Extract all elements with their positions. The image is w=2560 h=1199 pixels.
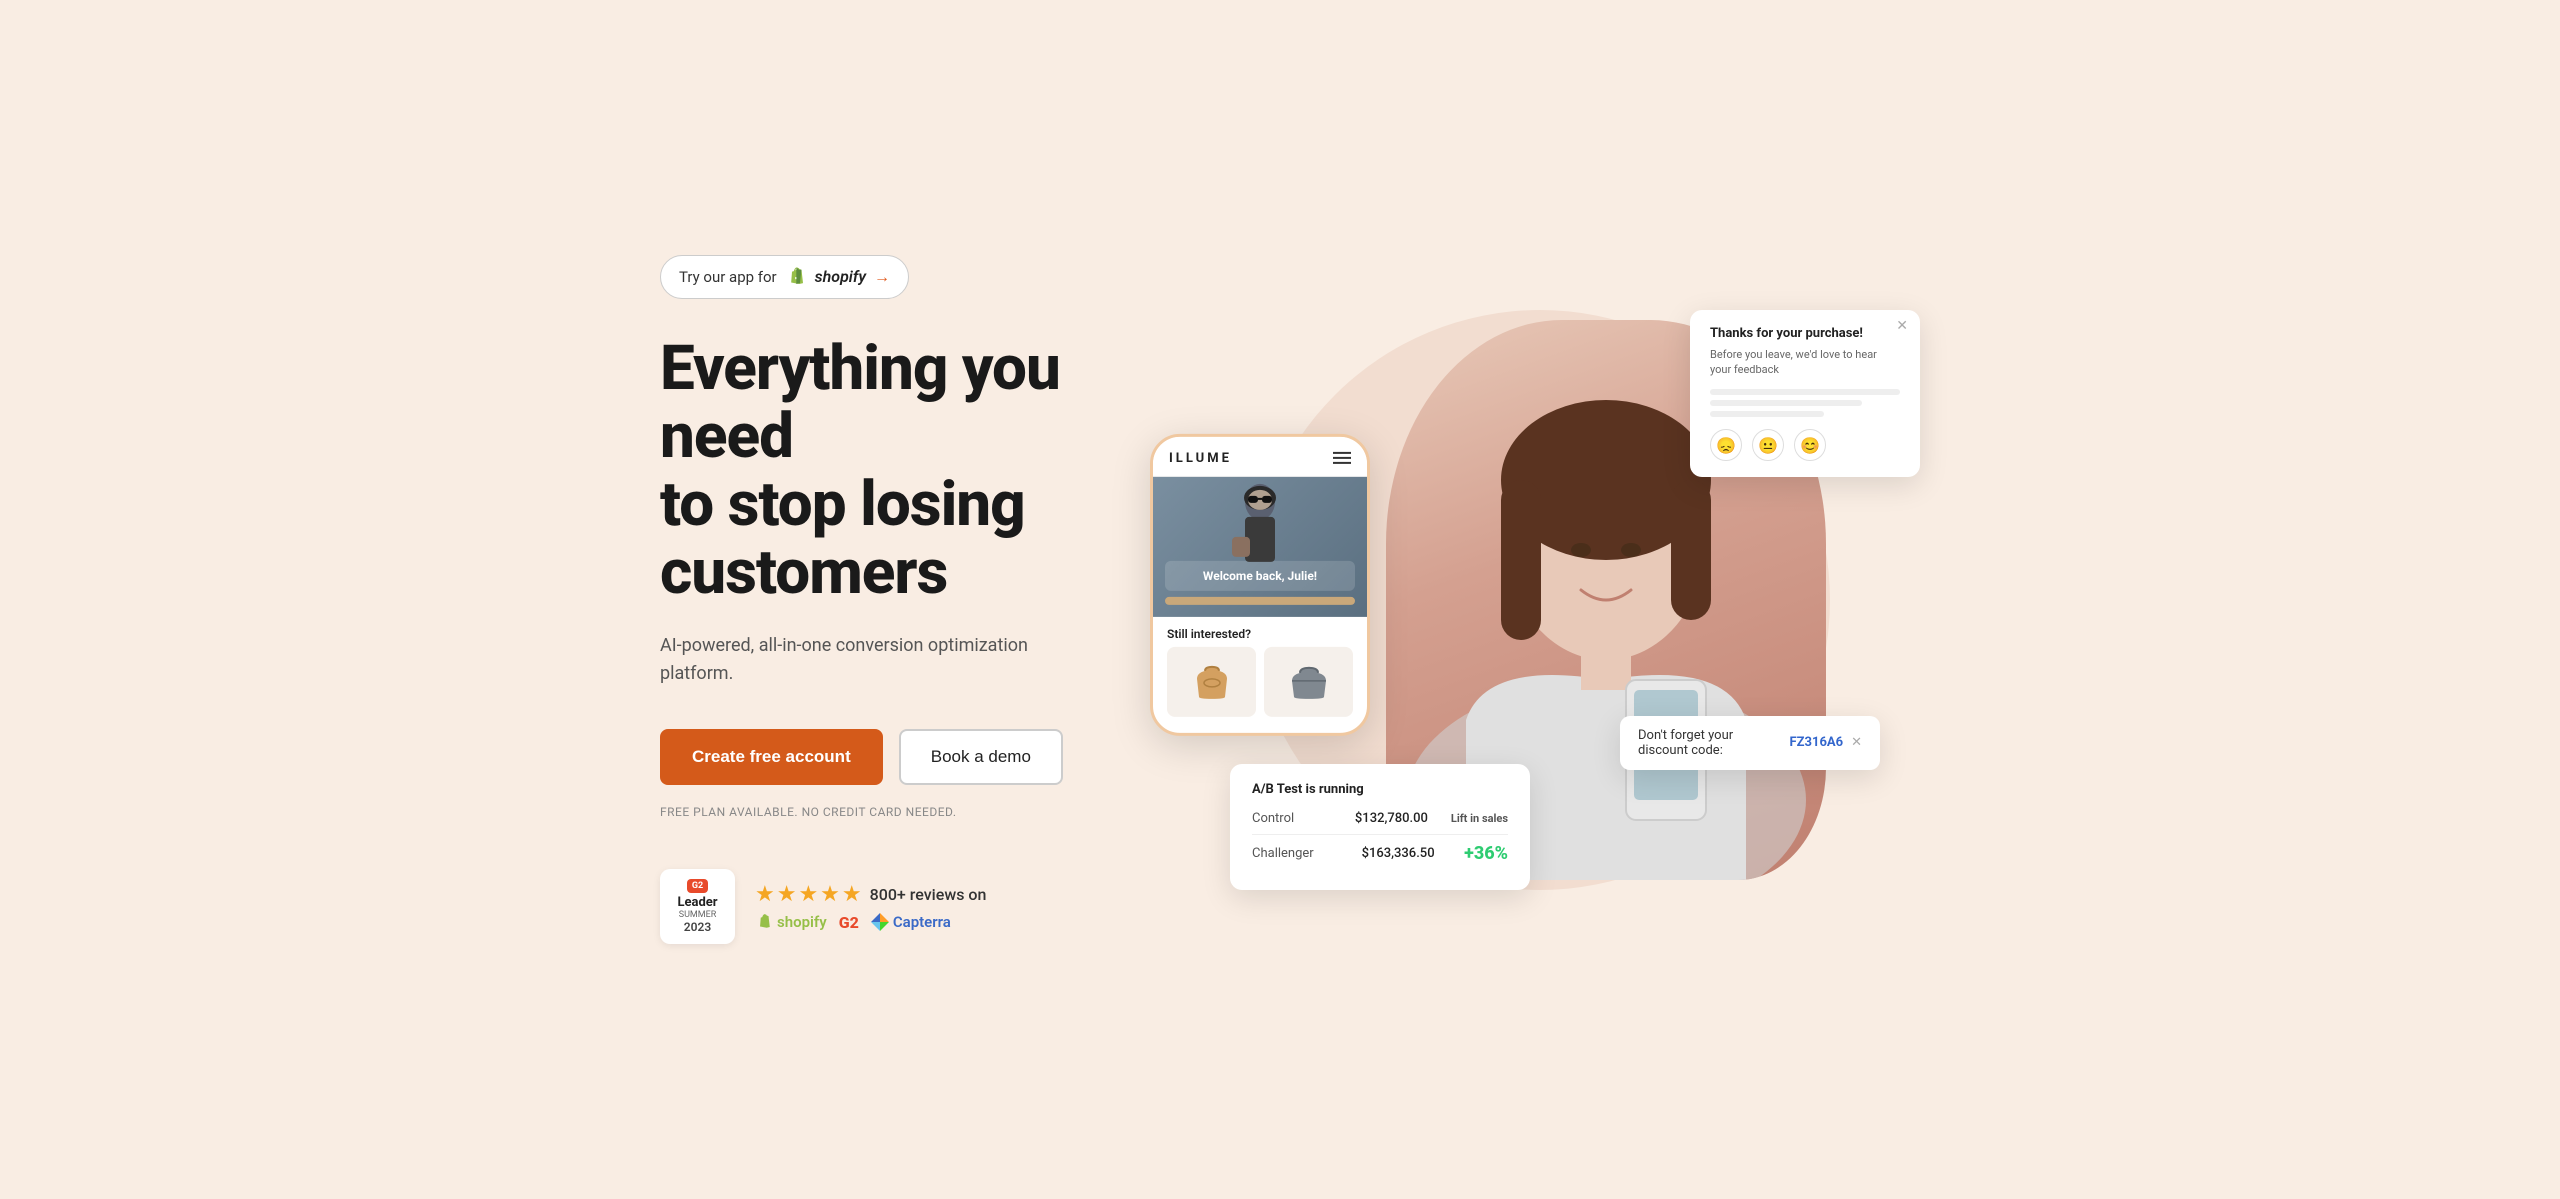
book-demo-button[interactable]: Book a demo <box>899 729 1063 785</box>
control-label: Control <box>1252 811 1332 826</box>
reviews-text: 800+ reviews on <box>870 885 987 904</box>
ab-test-card: A/B Test is running Control $132,780.00 … <box>1230 764 1530 890</box>
shopify-platform-label: shopify <box>777 913 827 931</box>
lift-label: Lift in sales <box>1451 812 1508 825</box>
product-bag-2-icon <box>1284 659 1334 704</box>
reviews-section: ★★★★★ 800+ reviews on shopify G2 <box>755 882 986 932</box>
shopify-badge-prefix: Try our app for <box>679 268 777 286</box>
social-proof: G2 Leader SUMMER 2023 ★★★★★ 800+ reviews… <box>660 869 1180 944</box>
popup-line-1 <box>1710 389 1900 395</box>
control-value: $132,780.00 <box>1355 811 1428 826</box>
emoji-neutral[interactable]: 😐 <box>1752 429 1784 461</box>
g2-platform-label: G2 <box>839 913 859 932</box>
phone-hero-image: Welcome back, Julie! <box>1153 476 1367 616</box>
left-content: Try our app for shopify → Everything you… <box>660 255 1180 944</box>
ab-control-row: Control $132,780.00 Lift in sales <box>1252 811 1508 826</box>
challenger-label: Challenger <box>1252 846 1332 861</box>
phone-cta-bar <box>1165 596 1355 604</box>
challenger-value: $163,336.50 <box>1362 846 1435 861</box>
feedback-title: Thanks for your purchase! <box>1710 326 1900 341</box>
phone-products <box>1153 646 1367 716</box>
hamburger-icon[interactable] <box>1333 452 1351 464</box>
ab-divider <box>1252 834 1508 835</box>
phone-brand: ILLUME <box>1169 450 1232 465</box>
g2-season: SUMMER <box>679 910 717 920</box>
still-interested-title: Still interested? <box>1153 616 1367 646</box>
phone-mockup: ILLUME <box>1150 433 1370 735</box>
shopify-name-badge: shopify <box>815 267 866 286</box>
fashion-figure <box>1220 481 1300 581</box>
arrow-icon: → <box>874 267 890 287</box>
shopify-badge[interactable]: Try our app for shopify → <box>660 255 909 299</box>
headline-line3: customers <box>660 536 947 609</box>
headline: Everything you need to stop losing custo… <box>660 335 1180 608</box>
create-account-button[interactable]: Create free account <box>660 729 883 785</box>
platform-capterra: Capterra <box>871 913 951 931</box>
lift-value: +36% <box>1464 843 1508 864</box>
headline-line2: to stop losing <box>660 468 1025 541</box>
discount-code: FZ316A6 <box>1790 735 1844 750</box>
g2-year: 2023 <box>684 920 711 934</box>
product-card-2 <box>1264 646 1353 716</box>
feedback-emojis: 😞 😐 😊 <box>1710 429 1900 461</box>
capterra-platform-label: Capterra <box>893 913 951 931</box>
shopify-platform-icon <box>755 913 773 931</box>
g2-label: G2 <box>687 879 708 893</box>
emoji-sad[interactable]: 😞 <box>1710 429 1742 461</box>
platform-shopify: shopify <box>755 913 827 931</box>
popup-lines <box>1710 389 1900 417</box>
popup-line-2 <box>1710 400 1862 406</box>
popup-line-3 <box>1710 411 1824 417</box>
subheadline: AI-powered, all-in-one conversion optimi… <box>660 632 1090 690</box>
g2-leader: Leader <box>677 895 717 910</box>
g2-badge: G2 Leader SUMMER 2023 <box>660 869 735 944</box>
stars: ★★★★★ <box>755 882 864 907</box>
platform-g2: G2 <box>839 913 859 932</box>
product-card-1 <box>1167 646 1256 716</box>
cta-buttons: Create free account Book a demo <box>660 729 1180 785</box>
phone-header: ILLUME <box>1153 436 1367 476</box>
emoji-happy[interactable]: 😊 <box>1794 429 1826 461</box>
feedback-subtitle: Before you leave, we'd love to hear your… <box>1710 347 1900 378</box>
product-bag-1-icon <box>1187 659 1237 704</box>
free-plan-note: FREE PLAN AVAILABLE. NO CREDIT CARD NEED… <box>660 805 1180 819</box>
right-visual: ILLUME <box>1180 250 1900 950</box>
discount-popup: Don't forget your discount code: FZ316A6… <box>1620 716 1880 770</box>
feedback-close-icon[interactable]: ✕ <box>1896 318 1908 334</box>
ab-title: A/B Test is running <box>1252 782 1508 797</box>
headline-line1: Everything you need <box>660 332 1060 473</box>
stars-row: ★★★★★ 800+ reviews on <box>755 882 986 907</box>
discount-prefix: Don't forget your discount code: <box>1638 728 1782 758</box>
capterra-icon <box>871 913 889 931</box>
discount-close-icon[interactable]: ✕ <box>1851 735 1862 750</box>
platforms-row: shopify G2 Capterra <box>755 913 986 932</box>
shopify-icon <box>785 266 807 288</box>
hero-section: Try our app for shopify → Everything you… <box>580 0 1980 1199</box>
feedback-popup: ✕ Thanks for your purchase! Before you l… <box>1690 310 1920 478</box>
ab-challenger-row: Challenger $163,336.50 +36% <box>1252 843 1508 864</box>
